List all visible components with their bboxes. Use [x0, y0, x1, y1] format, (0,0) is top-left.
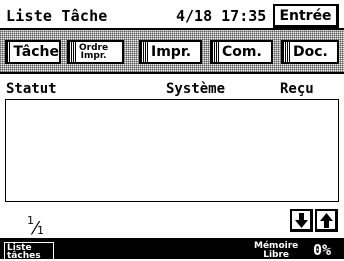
- arrow-down-icon: [294, 212, 308, 228]
- tab-label: Ordre Impr.: [79, 44, 108, 61]
- page-indicator: 1⁄1: [27, 214, 45, 239]
- tab-marker: [141, 42, 148, 62]
- tab-label-line2: Impr.: [80, 51, 107, 61]
- job-list-label-line2: tâches: [7, 251, 41, 261]
- tab-label: Com.: [222, 44, 262, 60]
- tab-impr[interactable]: Impr.: [139, 40, 202, 64]
- tab-marker: [212, 42, 219, 62]
- entree-button[interactable]: Entrée: [273, 4, 339, 28]
- scroll-down-button[interactable]: [290, 209, 313, 232]
- tab-tache[interactable]: Tâche: [5, 40, 61, 64]
- page-total: 1: [37, 224, 45, 237]
- tab-label: Tâche: [13, 44, 59, 60]
- column-header-statut: Statut: [6, 81, 57, 97]
- tab-marker: [283, 42, 290, 62]
- arrow-up-icon: [319, 212, 333, 228]
- tab-label: Impr.: [151, 44, 192, 60]
- column-header-systeme: Système: [166, 81, 226, 97]
- free-memory-value: 0%: [313, 241, 332, 259]
- tab-marker: [69, 42, 76, 62]
- free-memory-label: Mémoire Libre: [254, 242, 298, 260]
- tab-com[interactable]: Com.: [210, 40, 273, 64]
- window-title: Liste Tâche: [6, 7, 108, 25]
- tab-marker: [7, 42, 11, 62]
- status-bar: Liste tâches Mémoire Libre 0%: [0, 238, 344, 261]
- tab-strip: Tâche Ordre Impr. Impr. Com. Doc.: [0, 30, 344, 74]
- column-header-recu: Reçu: [280, 81, 314, 97]
- scroll-up-button[interactable]: [315, 209, 338, 232]
- tab-ordre-impr[interactable]: Ordre Impr.: [67, 40, 124, 64]
- job-list-button[interactable]: Liste tâches: [4, 242, 54, 261]
- page-current: 1: [27, 214, 34, 227]
- tab-doc[interactable]: Doc.: [281, 40, 339, 64]
- date-time: 4/18 17:35: [176, 7, 267, 25]
- tab-label: Doc.: [293, 44, 328, 60]
- job-list[interactable]: [5, 99, 339, 202]
